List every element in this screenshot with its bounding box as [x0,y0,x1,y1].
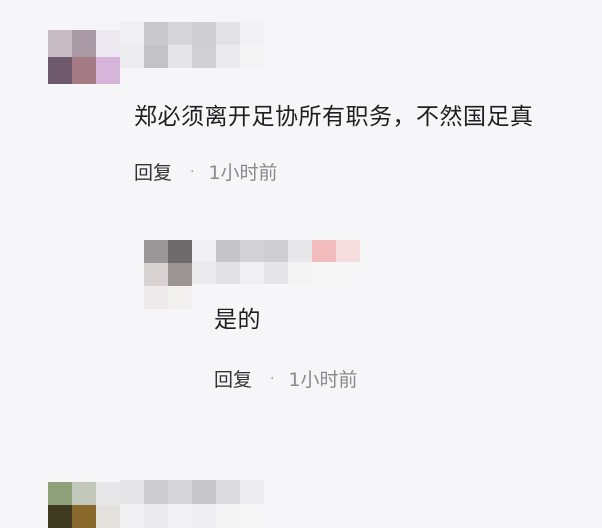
reply-text: 是的 [214,307,261,333]
comment-timestamp: 1小时前 [208,162,278,184]
reply-meta: 回复 · 1小时前 [214,365,358,392]
reply-reply-button[interactable]: 回复 [214,365,252,392]
reply-username[interactable] [192,240,360,284]
reply-separator-dot: · [270,370,275,387]
reply-button[interactable]: 回复 [134,158,172,185]
comment-text: 郑必须离开足协所有职务，不然国足真 [134,104,534,130]
reply-avatar[interactable] [144,240,192,310]
user-avatar-1[interactable] [48,30,120,84]
user-avatar-2[interactable] [48,482,120,528]
separator-dot: · [190,163,195,180]
comment-meta: 回复 · 1小时前 [134,158,278,185]
comment-thread: 郑必须离开足协所有职务，不然国足真 回复 · 1小时前 是的 回复 · 1小时前 [0,0,602,528]
reply-timestamp: 1小时前 [288,369,358,391]
username-2[interactable] [120,480,264,528]
username-1[interactable] [120,22,264,68]
